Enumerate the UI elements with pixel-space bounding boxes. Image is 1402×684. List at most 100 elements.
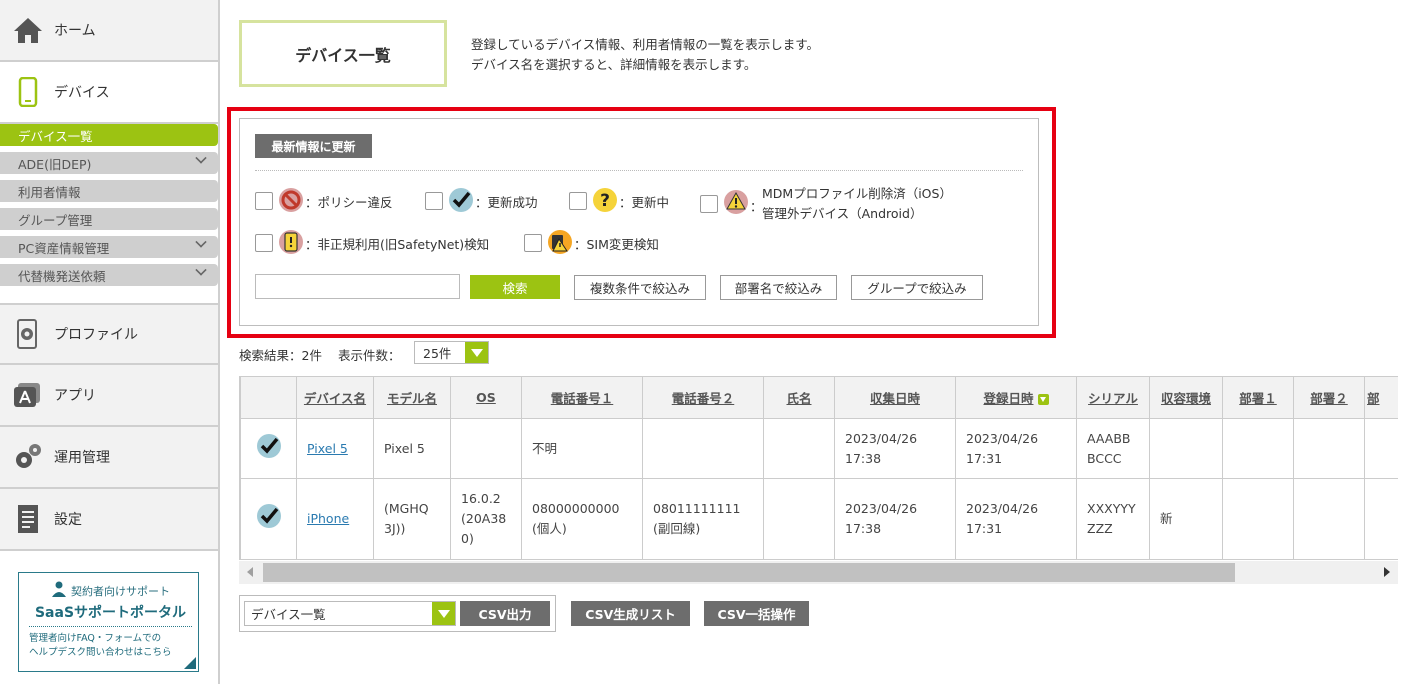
- col-header-registered[interactable]: 登録日時: [955, 376, 1077, 419]
- gears-icon: [12, 441, 44, 473]
- mdm-removed-checkbox[interactable]: [700, 195, 718, 213]
- profile-gear-icon: [12, 318, 44, 350]
- csv-type-select[interactable]: デバイス一覧: [244, 601, 456, 626]
- col-header-tel2[interactable]: 電話番号２: [642, 376, 764, 419]
- col-header-device-name[interactable]: デバイス名: [296, 376, 374, 419]
- chevron-down-icon: [195, 236, 207, 248]
- group-filter-button[interactable]: グループで絞込み: [851, 275, 983, 300]
- csv-generated-list-button[interactable]: CSV生成リスト: [571, 601, 690, 626]
- tel2-cell: 08011111111 (副回線): [642, 478, 764, 560]
- col-header-tel1[interactable]: 電話番号１: [521, 376, 643, 419]
- prohibited-icon: [279, 188, 303, 212]
- table-row: Pixel 5 Pixel 5 不明 2023/04/26 17:38 2023/…: [240, 418, 1398, 479]
- search-input[interactable]: [255, 274, 460, 299]
- col-header-dept1[interactable]: 部署１: [1222, 376, 1294, 419]
- policy-violation-checkbox[interactable]: [255, 192, 273, 210]
- registered-time: 17:31: [966, 450, 1003, 466]
- collected-date: 2023/04/26: [845, 430, 918, 446]
- registered-date: 2023/04/26: [966, 430, 1039, 446]
- scroll-left-arrow-icon[interactable]: [247, 567, 253, 577]
- portal-line1: 契約者向けサポート: [71, 584, 170, 598]
- collected-date: 2023/04/26: [845, 501, 918, 516]
- unauthorized-use-checkbox[interactable]: [255, 234, 273, 252]
- nav-app-label: アプリ: [54, 388, 96, 404]
- csv-type-value: デバイス一覧: [251, 607, 326, 622]
- col-header-serial[interactable]: シリアル: [1076, 376, 1150, 419]
- sidebar-item-device-list[interactable]: デバイス一覧: [0, 124, 218, 146]
- portal-desc: 管理者向けFAQ・フォームでの ヘルプデスク問い合わせはこちら: [29, 632, 192, 660]
- col-header-model[interactable]: モデル名: [373, 376, 451, 419]
- sidebar-item-user-info[interactable]: 利用者情報: [0, 180, 218, 202]
- name-cell: [763, 418, 835, 479]
- sidebar-item-label: 利用者情報: [18, 184, 81, 200]
- result-summary: 検索結果：2件 表示件数：: [239, 345, 400, 364]
- updating-checkbox[interactable]: [569, 192, 587, 210]
- tel1-cell: 不明: [521, 418, 643, 479]
- registered-date: 2023/04/26: [966, 501, 1039, 516]
- check-circle-icon: [256, 433, 281, 458]
- status-cell: [240, 478, 297, 560]
- per-page-select[interactable]: 25件: [414, 341, 489, 364]
- col-header-environment[interactable]: 収容環境: [1149, 376, 1223, 419]
- update-success-checkbox[interactable]: [425, 192, 443, 210]
- col-header-name[interactable]: 氏名: [763, 376, 835, 419]
- os-line1: 16.0.2: [461, 491, 501, 506]
- model-cell: Pixel 5: [373, 418, 451, 479]
- dept3-cell: [1364, 418, 1398, 479]
- col-header-dept3[interactable]: 部: [1364, 376, 1398, 419]
- nav-device[interactable]: デバイス: [0, 62, 218, 124]
- search-button[interactable]: 検索: [470, 275, 560, 299]
- col-header-dept2[interactable]: 部署２: [1293, 376, 1365, 419]
- col-header-select: [240, 376, 297, 419]
- support-portal-banner[interactable]: 契約者向けサポート SaaSサポートポータル 管理者向けFAQ・フォームでの ヘ…: [18, 572, 199, 672]
- nav-settings[interactable]: 設定: [0, 489, 218, 551]
- nav-app[interactable]: アプリ: [0, 365, 218, 427]
- device-link[interactable]: Pixel 5: [307, 441, 348, 456]
- scroll-right-arrow-icon[interactable]: [1384, 567, 1390, 577]
- device-link[interactable]: iPhone: [307, 511, 349, 526]
- col-header-os[interactable]: OS: [450, 376, 522, 419]
- app-icon: [12, 379, 44, 411]
- name-cell: [763, 478, 835, 560]
- nav-settings-label: 設定: [54, 512, 82, 528]
- nav-ops[interactable]: 運用管理: [0, 427, 218, 489]
- serial-cell: XXXYYY ZZZ: [1076, 478, 1150, 560]
- multi-condition-filter-button[interactable]: 複数条件で絞込み: [574, 275, 706, 300]
- serial-line1: XXXYYY: [1087, 501, 1136, 516]
- horizontal-scrollbar[interactable]: [239, 561, 1398, 584]
- nav-profile[interactable]: プロファイル: [0, 303, 218, 365]
- sidebar-item-ade[interactable]: ADE(旧DEP): [0, 152, 218, 174]
- mdm-removed-label-line2: 管理外デバイス（Android）: [762, 206, 923, 221]
- csv-bulk-operation-button[interactable]: CSV一括操作: [704, 601, 809, 626]
- alert-phone-icon: [279, 230, 303, 254]
- collected-cell: 2023/04/26 17:38: [834, 478, 956, 560]
- col-header-collected[interactable]: 収集日時: [834, 376, 956, 419]
- csv-output-button[interactable]: CSV出力: [460, 601, 550, 626]
- tel1-number: 08000000000: [532, 501, 620, 516]
- nav-device-label: デバイス: [54, 85, 110, 101]
- os-line3: 0): [461, 531, 474, 546]
- sidebar-item-replacement[interactable]: 代替機発送依頼: [0, 264, 218, 286]
- question-icon: ?: [593, 188, 617, 212]
- serial-cell: AAABB BCCC: [1076, 418, 1150, 479]
- scrollbar-thumb[interactable]: [263, 563, 1235, 582]
- sim-change-label: ：SIM変更検知: [574, 237, 659, 252]
- sidebar-item-pc-assets[interactable]: PC資産情報管理: [0, 236, 218, 258]
- nav-home[interactable]: ホーム: [0, 0, 218, 62]
- os-line2: (20A38: [461, 511, 507, 526]
- serial-line2: ZZZ: [1087, 521, 1113, 536]
- result-count: 検索結果：2件: [239, 348, 322, 363]
- department-filter-button[interactable]: 部署名で絞込み: [720, 275, 837, 300]
- portal-caption: 契約者向けサポート: [29, 581, 192, 600]
- sim-change-checkbox[interactable]: [524, 234, 542, 252]
- serial-line1: AAABB: [1087, 430, 1131, 446]
- mdm-prefix: ：: [750, 199, 763, 214]
- nav-profile-label: プロファイル: [54, 327, 138, 343]
- warning-icon: [724, 190, 748, 214]
- tel2-type: (副回線): [653, 521, 701, 536]
- refresh-button[interactable]: 最新情報に更新: [255, 134, 372, 158]
- portal-title: SaaSサポートポータル: [29, 602, 192, 627]
- sidebar-item-group-mgmt[interactable]: グループ管理: [0, 208, 218, 230]
- nav-home-label: ホーム: [54, 23, 96, 39]
- model-line2: 3J)): [384, 521, 406, 536]
